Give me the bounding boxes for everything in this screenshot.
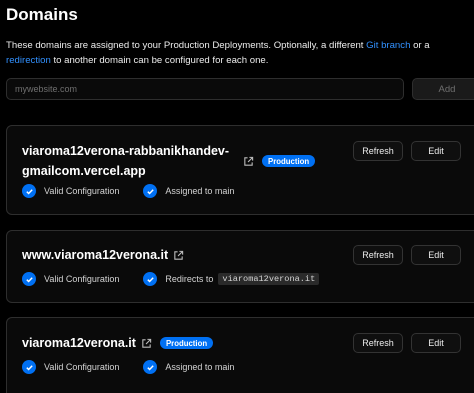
domain-status-row: Valid Configuration Assigned to main (22, 360, 234, 374)
valid-configuration-status: Valid Configuration (22, 272, 119, 286)
status-text: Valid Configuration (44, 186, 120, 196)
domain-name-line: viaroma12verona-rabbanikhandev- (22, 144, 230, 158)
check-circle-icon (22, 184, 36, 198)
status-text: Assigned to main (165, 362, 235, 372)
status-text: Redirects to (165, 274, 214, 284)
edit-button[interactable]: Edit (411, 141, 461, 161)
description-text: to another domain can be configured for … (50, 55, 269, 66)
status-text: Valid Configuration (44, 274, 120, 284)
redirection-link[interactable]: redirection (6, 55, 51, 66)
domain-header: www.viaroma12verona.it (22, 245, 184, 265)
domain-input[interactable] (6, 78, 404, 100)
check-circle-icon (143, 272, 158, 286)
description-text: or a (410, 40, 430, 51)
external-link-icon[interactable] (141, 338, 152, 349)
description-text: These domains are assigned to your Produ… (6, 40, 367, 51)
add-domain-form: Add (6, 78, 474, 102)
check-circle-icon (22, 272, 36, 286)
production-badge: Production (262, 155, 316, 167)
git-branch-link[interactable]: Git branch (366, 40, 410, 51)
domain-card: viaroma12verona-rabbanikhandev- gmailcom… (6, 125, 474, 215)
domain-card: www.viaroma12verona.it Valid Configurati… (6, 230, 474, 303)
edit-button[interactable]: Edit (411, 245, 461, 265)
edit-button[interactable]: Edit (411, 333, 461, 353)
domain-name[interactable]: www.viaroma12verona.it (22, 245, 168, 265)
refresh-button[interactable]: Refresh (353, 141, 403, 161)
domain-header: viaroma12verona-rabbanikhandev- gmailcom… (22, 141, 316, 181)
check-circle-icon (143, 184, 158, 198)
status-text: Valid Configuration (44, 362, 120, 372)
external-link-icon[interactable] (243, 156, 254, 167)
domain-header: viaroma12verona.it Production (22, 333, 214, 353)
domain-name[interactable]: viaroma12verona.it (22, 333, 136, 353)
assignment-status: Assigned to main (143, 184, 234, 198)
add-button[interactable]: Add (412, 78, 474, 100)
page-description: These domains are assigned to your Produ… (6, 38, 466, 68)
check-circle-icon (22, 360, 36, 374)
redirect-target: viaroma12verona.it (218, 273, 320, 285)
refresh-button[interactable]: Refresh (353, 333, 403, 353)
domain-name[interactable]: viaroma12verona-rabbanikhandev- gmailcom… (22, 141, 229, 181)
redirect-status: Redirects to viaroma12verona.it (143, 272, 320, 286)
domains-page: Domains These domains are assigned to yo… (0, 0, 474, 393)
valid-configuration-status: Valid Configuration (22, 184, 119, 198)
page-title: Domains (6, 5, 78, 24)
assignment-status: Assigned to main (143, 360, 234, 374)
domain-status-row: Valid Configuration Redirects to viaroma… (22, 272, 320, 286)
production-badge: Production (159, 337, 214, 349)
domain-card: viaroma12verona.it Production Valid Conf… (6, 317, 474, 393)
check-circle-icon (143, 360, 158, 374)
domain-status-row: Valid Configuration Assigned to main (22, 184, 234, 198)
refresh-button[interactable]: Refresh (353, 245, 403, 265)
valid-configuration-status: Valid Configuration (22, 360, 119, 374)
status-text: Assigned to main (165, 186, 235, 196)
domain-name-line: gmailcom.vercel.app (22, 164, 146, 178)
external-link-icon[interactable] (173, 250, 184, 261)
